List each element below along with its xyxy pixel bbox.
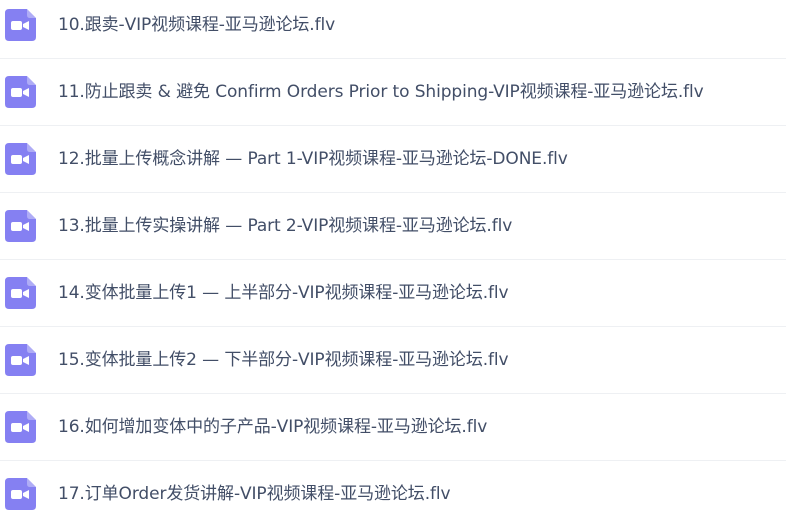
file-name[interactable]: 12.批量上传概念讲解 — Part 1-VIP视频课程-亚马逊论坛-DONE.… bbox=[58, 148, 568, 170]
video-file-icon bbox=[4, 210, 36, 242]
video-file-icon bbox=[4, 143, 36, 175]
file-name[interactable]: 17.订单Order发货讲解-VIP视频课程-亚马逊论坛.flv bbox=[58, 483, 451, 505]
file-row[interactable]: 17.订单Order发货讲解-VIP视频课程-亚马逊论坛.flv bbox=[0, 461, 786, 511]
file-row[interactable]: 14.变体批量上传1 — 上半部分-VIP视频课程-亚马逊论坛.flv bbox=[0, 260, 786, 327]
file-name[interactable]: 11.防止跟卖 & 避免 Confirm Orders Prior to Shi… bbox=[58, 81, 704, 103]
video-file-icon bbox=[4, 344, 36, 376]
file-name[interactable]: 16.如何增加变体中的子产品-VIP视频课程-亚马逊论坛.flv bbox=[58, 416, 487, 438]
file-name[interactable]: 14.变体批量上传1 — 上半部分-VIP视频课程-亚马逊论坛.flv bbox=[58, 282, 509, 304]
file-row[interactable]: 11.防止跟卖 & 避免 Confirm Orders Prior to Shi… bbox=[0, 59, 786, 126]
video-file-icon bbox=[4, 478, 36, 510]
file-row[interactable]: 10.跟卖-VIP视频课程-亚马逊论坛.flv bbox=[0, 0, 786, 59]
file-row[interactable]: 12.批量上传概念讲解 — Part 1-VIP视频课程-亚马逊论坛-DONE.… bbox=[0, 126, 786, 193]
file-row[interactable]: 15.变体批量上传2 — 下半部分-VIP视频课程-亚马逊论坛.flv bbox=[0, 327, 786, 394]
video-file-icon bbox=[4, 277, 36, 309]
file-name[interactable]: 10.跟卖-VIP视频课程-亚马逊论坛.flv bbox=[58, 14, 335, 36]
video-file-icon bbox=[4, 411, 36, 443]
file-name[interactable]: 15.变体批量上传2 — 下半部分-VIP视频课程-亚马逊论坛.flv bbox=[58, 349, 509, 371]
file-row[interactable]: 16.如何增加变体中的子产品-VIP视频课程-亚马逊论坛.flv bbox=[0, 394, 786, 461]
file-name[interactable]: 13.批量上传实操讲解 — Part 2-VIP视频课程-亚马逊论坛.flv bbox=[58, 215, 512, 237]
file-list: 10.跟卖-VIP视频课程-亚马逊论坛.flv 11.防止跟卖 & 避免 Con… bbox=[0, 0, 786, 511]
file-row[interactable]: 13.批量上传实操讲解 — Part 2-VIP视频课程-亚马逊论坛.flv bbox=[0, 193, 786, 260]
video-file-icon bbox=[4, 76, 36, 108]
video-file-icon bbox=[4, 9, 36, 41]
